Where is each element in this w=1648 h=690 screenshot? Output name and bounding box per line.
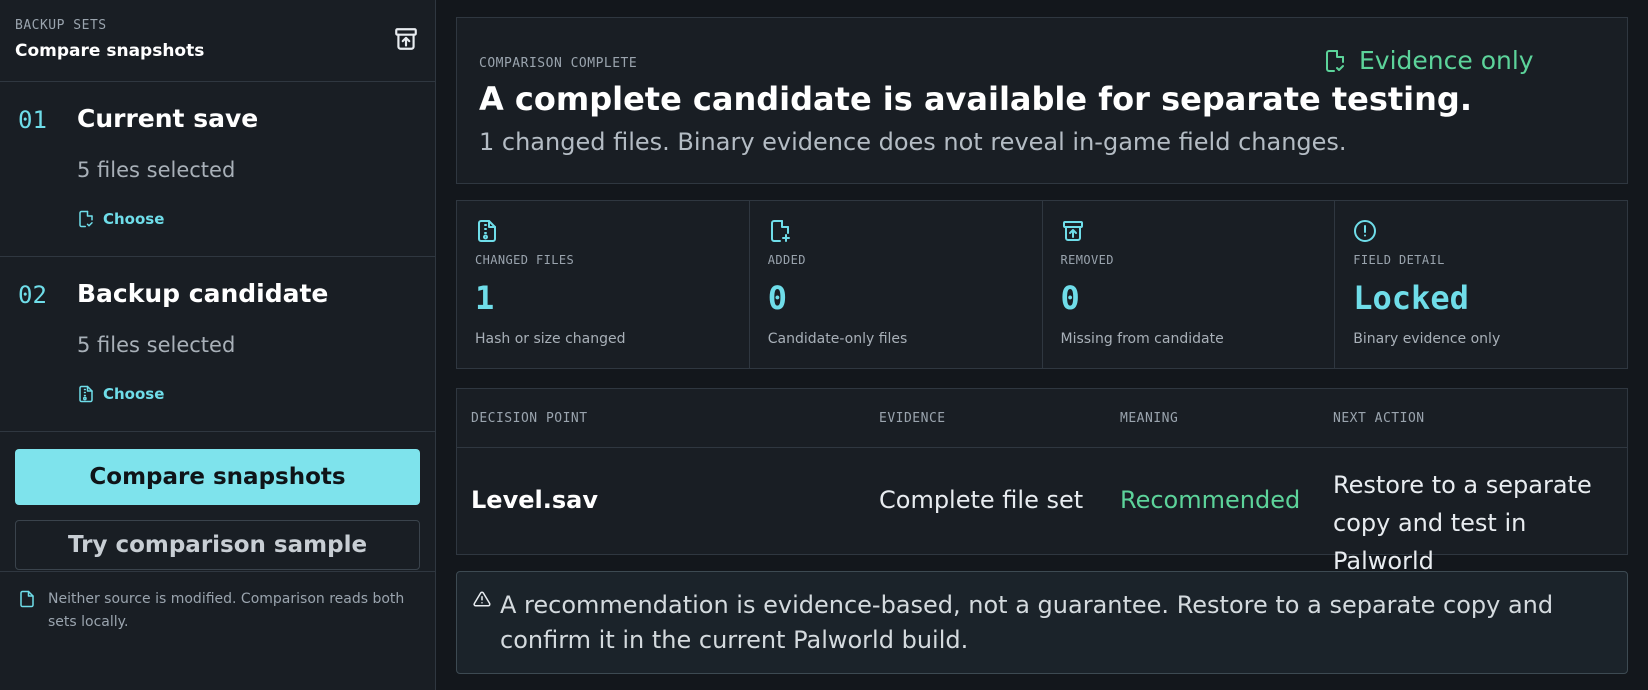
decision-table: DECISION POINT EVIDENCE MEANING NEXT ACT…: [456, 388, 1628, 575]
file-plus-icon: [770, 220, 790, 242]
sidebar-title: Compare snapshots: [15, 41, 205, 61]
stat-description: Hash or size changed: [475, 331, 626, 347]
stat-description: Candidate-only files: [767, 331, 908, 347]
stat-label: FIELD DETAIL: [1353, 253, 1445, 267]
file-check-icon: [1326, 49, 1344, 72]
step-current-save: 01 Current save 5 files selected Choose: [0, 82, 435, 257]
sidebar-eyebrow: BACKUP SETS: [15, 18, 107, 33]
alert-circle-icon: [1354, 220, 1377, 242]
stat-description: Missing from candidate: [1060, 331, 1224, 347]
step-file-count: 5 files selected: [77, 333, 236, 357]
stat-changed-files: CHANGED FILES 1 Hash or size changed: [457, 201, 750, 368]
step-title: Current save: [77, 104, 259, 133]
summary-eyebrow: COMPARISON COMPLETE: [479, 56, 638, 71]
summary-heading: A complete candidate is available for se…: [479, 80, 1472, 118]
sidebar-note: Neither source is modified. Comparison r…: [18, 588, 418, 634]
column-header-decision-point: DECISION POINT: [471, 411, 588, 426]
column-header-evidence: EVIDENCE: [879, 411, 946, 426]
stat-removed: REMOVED 0 Missing from candidate: [1043, 201, 1336, 368]
column-header-meaning: MEANING: [1120, 411, 1179, 426]
stat-added: ADDED 0 Candidate-only files: [750, 201, 1043, 368]
choose-current-save-button[interactable]: Choose: [77, 210, 164, 228]
comparison-summary-card: COMPARISON COMPLETE A complete candidate…: [456, 17, 1628, 184]
file-check-icon: [79, 210, 93, 228]
file-icon: [20, 590, 34, 608]
recommendation-notice: A recommendation is evidence-based, not …: [456, 571, 1628, 674]
stat-value: 1: [475, 279, 495, 317]
sidebar-divider: [0, 571, 436, 572]
stat-label: REMOVED: [1060, 253, 1114, 267]
archive-upload-icon: [1062, 221, 1083, 241]
cell-evidence: Complete file set: [879, 486, 1084, 514]
cell-next-action: Restore to a separate copy and test in P…: [1333, 471, 1592, 575]
evidence-badge-label: Evidence only: [1359, 46, 1534, 75]
step-backup-candidate: 02 Backup candidate 5 files selected Cho…: [0, 257, 435, 432]
stat-description: Binary evidence only: [1353, 331, 1501, 347]
cell-decision-point: Level.sav: [471, 486, 598, 514]
notice-text: A recommendation is evidence-based, not …: [500, 591, 1554, 654]
table-row: Level.sav Complete file set Recommended …: [457, 448, 1627, 575]
warning-triangle-icon: [473, 591, 491, 607]
summary-subtext: 1 changed files. Binary evidence does no…: [479, 128, 1347, 156]
cell-meaning: Recommended: [1120, 486, 1301, 514]
stat-label: ADDED: [767, 253, 806, 267]
step-file-count: 5 files selected: [77, 158, 236, 182]
step-number: 02: [18, 281, 47, 309]
archive-upload-icon[interactable]: [393, 26, 419, 52]
evidence-only-badge: Evidence only: [1323, 46, 1534, 75]
try-comparison-sample-button[interactable]: Try comparison sample: [15, 520, 420, 570]
choose-label: Choose: [103, 210, 165, 228]
stat-value: Locked: [1353, 279, 1469, 317]
column-header-next-action: NEXT ACTION: [1333, 411, 1425, 426]
stat-field-detail: FIELD DETAIL Locked Binary evidence only: [1335, 201, 1627, 368]
table-header: DECISION POINT EVIDENCE MEANING NEXT ACT…: [457, 389, 1627, 448]
file-archive-icon: [79, 385, 93, 403]
stat-value: 0: [767, 279, 788, 317]
file-archive-icon: [478, 220, 496, 242]
compare-snapshots-button[interactable]: Compare snapshots: [15, 449, 420, 505]
stat-label: CHANGED FILES: [475, 253, 575, 267]
step-number: 01: [18, 106, 47, 134]
stat-value: 0: [1060, 279, 1080, 317]
sidebar-header: BACKUP SETS Compare snapshots: [0, 0, 435, 82]
choose-label: Choose: [103, 385, 165, 403]
step-title: Backup candidate: [77, 279, 329, 308]
choose-backup-candidate-button[interactable]: Choose: [77, 385, 164, 403]
sidebar: BACKUP SETS Compare snapshots 01 Current…: [0, 0, 436, 690]
sidebar-note-text: Neither source is modified. Comparison r…: [48, 591, 405, 630]
stats-row: CHANGED FILES 1 Hash or size changed ADD…: [456, 200, 1628, 369]
